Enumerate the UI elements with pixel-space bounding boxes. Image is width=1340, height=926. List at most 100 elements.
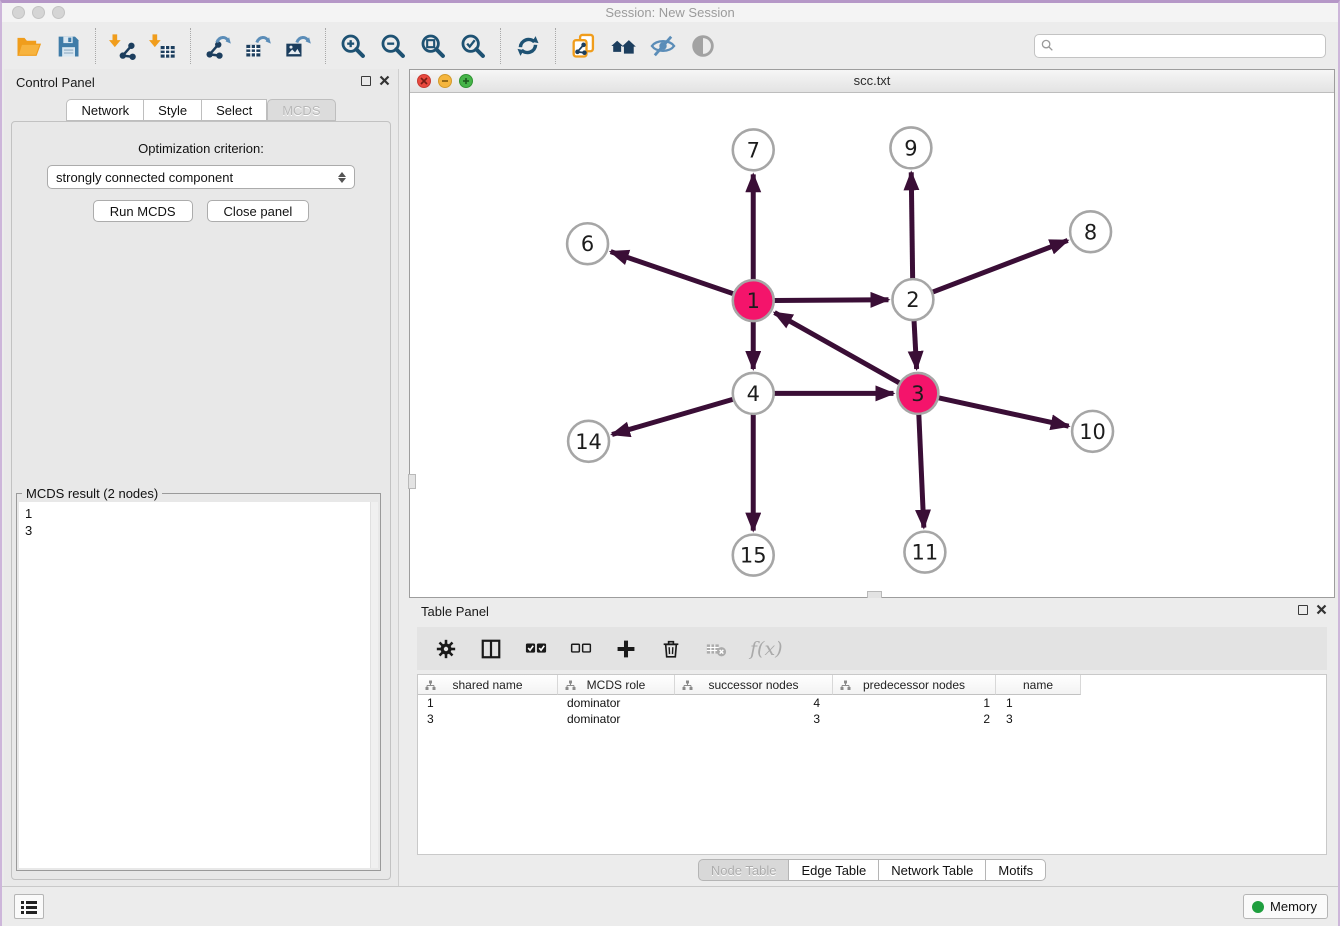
graph-edge-2-3[interactable] bbox=[914, 320, 917, 369]
graph-node-2[interactable]: 2 bbox=[892, 279, 933, 320]
column-header-predecessor-nodes[interactable]: predecessor nodes bbox=[833, 675, 996, 695]
close-panel-button[interactable]: Close panel bbox=[207, 200, 310, 222]
main-toolbar bbox=[2, 22, 1338, 69]
tab-node-table[interactable]: Node Table bbox=[698, 859, 790, 881]
import-table-icon[interactable] bbox=[143, 26, 183, 66]
graph-edge-2-8[interactable] bbox=[932, 240, 1068, 292]
graph-edge-4-14[interactable] bbox=[612, 399, 734, 434]
column-header-successor-nodes[interactable]: successor nodes bbox=[675, 675, 833, 695]
toolbar-separator bbox=[325, 28, 326, 64]
status-bar: Memory bbox=[2, 886, 1338, 926]
close-panel-icon[interactable] bbox=[379, 75, 390, 86]
cell-successor_nodes: 4 bbox=[675, 695, 833, 711]
hide-graphics-icon[interactable] bbox=[643, 26, 683, 66]
refresh-icon[interactable] bbox=[508, 26, 548, 66]
cell-predecessor_nodes: 2 bbox=[833, 711, 996, 727]
tab-network[interactable]: Network bbox=[66, 99, 144, 121]
graph-edge-1-6[interactable] bbox=[611, 252, 734, 294]
svg-text:7: 7 bbox=[747, 138, 760, 162]
application-window: Session: New Session Control Panel bbox=[0, 0, 1340, 926]
svg-text:10: 10 bbox=[1079, 420, 1106, 444]
column-header-shared-name[interactable]: shared name bbox=[418, 675, 558, 695]
svg-text:2: 2 bbox=[906, 288, 919, 312]
memory-button[interactable]: Memory bbox=[1243, 894, 1328, 919]
settings-gear-icon[interactable] bbox=[435, 637, 457, 661]
zoom-out-icon[interactable] bbox=[373, 26, 413, 66]
graph-edge-3-11[interactable] bbox=[919, 414, 924, 528]
search-input[interactable] bbox=[1054, 36, 1325, 56]
cell-mcds_role: dominator bbox=[558, 711, 675, 727]
mcds-result-list[interactable]: 13 bbox=[19, 502, 378, 868]
tab-edge-table[interactable]: Edge Table bbox=[789, 859, 879, 881]
graph-node-4[interactable]: 4 bbox=[733, 373, 774, 414]
svg-text:11: 11 bbox=[912, 541, 939, 565]
graph-node-10[interactable]: 10 bbox=[1072, 411, 1113, 452]
tab-motifs[interactable]: Motifs bbox=[986, 859, 1046, 881]
tab-mcds[interactable]: MCDS bbox=[267, 99, 335, 121]
run-mcds-button[interactable]: Run MCDS bbox=[93, 200, 193, 222]
home-icon[interactable] bbox=[603, 26, 643, 66]
deselect-all-icon[interactable] bbox=[570, 637, 592, 661]
zoom-selected-icon[interactable] bbox=[453, 26, 493, 66]
export-table-icon[interactable] bbox=[238, 26, 278, 66]
select-all-icon[interactable] bbox=[525, 637, 547, 661]
zoom-fit-icon[interactable] bbox=[413, 26, 453, 66]
graph-node-6[interactable]: 6 bbox=[567, 223, 608, 264]
table-panel-title: Table Panel bbox=[421, 604, 489, 619]
open-file-icon[interactable] bbox=[8, 26, 48, 66]
graph-node-11[interactable]: 11 bbox=[904, 532, 945, 573]
graph-node-1[interactable]: 1 bbox=[733, 280, 774, 321]
tab-network-table[interactable]: Network Table bbox=[879, 859, 986, 881]
graph-edge-1-2[interactable] bbox=[774, 300, 889, 301]
close-table-panel-icon[interactable] bbox=[1316, 604, 1327, 615]
toolbar-separator bbox=[500, 28, 501, 64]
tab-style[interactable]: Style bbox=[144, 99, 202, 121]
node-table: shared nameMCDS rolesuccessor nodesprede… bbox=[417, 674, 1327, 855]
zoom-in-icon[interactable] bbox=[333, 26, 373, 66]
network-window-title: scc.txt bbox=[410, 73, 1334, 88]
graph-edge-3-10[interactable] bbox=[938, 398, 1069, 426]
svg-text:8: 8 bbox=[1084, 220, 1097, 244]
table-row[interactable]: 1dominator411 bbox=[418, 695, 1326, 711]
control-panel-tabs: NetworkStyleSelectMCDS bbox=[4, 99, 398, 121]
network-view-window: scc.txt 7 9 6 8 1 2 4 3 14 10 15 11 bbox=[409, 69, 1335, 598]
table-row[interactable]: 3dominator323 bbox=[418, 711, 1326, 727]
float-panel-icon[interactable] bbox=[361, 76, 371, 86]
control-panel-title: Control Panel bbox=[16, 75, 95, 90]
memory-status-icon bbox=[1252, 901, 1264, 913]
graph-edge-3-1[interactable] bbox=[775, 313, 901, 384]
graph-node-14[interactable]: 14 bbox=[568, 421, 609, 462]
add-icon[interactable] bbox=[615, 637, 637, 661]
svg-text:9: 9 bbox=[904, 136, 917, 160]
memory-button-label: Memory bbox=[1270, 899, 1317, 914]
function-builder-icon: f(x) bbox=[750, 637, 783, 661]
show-graphics-icon[interactable] bbox=[683, 26, 723, 66]
window-title: Session: New Session bbox=[2, 5, 1338, 20]
graph-node-9[interactable]: 9 bbox=[890, 127, 931, 168]
graph-node-3[interactable]: 3 bbox=[897, 373, 938, 414]
graph-node-8[interactable]: 8 bbox=[1070, 211, 1111, 252]
window-titlebar: Session: New Session bbox=[2, 3, 1338, 22]
float-table-panel-icon[interactable] bbox=[1298, 605, 1308, 615]
columns-icon[interactable] bbox=[480, 637, 502, 661]
graph-node-7[interactable]: 7 bbox=[733, 129, 774, 170]
search-box[interactable] bbox=[1034, 34, 1326, 58]
graph-edge-2-9[interactable] bbox=[911, 172, 912, 279]
optimization-select[interactable]: strongly connected component bbox=[47, 165, 355, 189]
export-image-icon[interactable] bbox=[278, 26, 318, 66]
mcds-result-title: MCDS result (2 nodes) bbox=[22, 486, 162, 501]
column-header-name[interactable]: name bbox=[996, 675, 1081, 695]
import-network-icon[interactable] bbox=[103, 26, 143, 66]
delete-icon[interactable] bbox=[660, 637, 682, 661]
export-network-icon[interactable] bbox=[198, 26, 238, 66]
save-session-icon[interactable] bbox=[48, 26, 88, 66]
column-header-MCDS-role[interactable]: MCDS role bbox=[558, 675, 675, 695]
split-grip-left[interactable] bbox=[408, 474, 416, 489]
tab-select[interactable]: Select bbox=[202, 99, 267, 121]
copy-network-icon[interactable] bbox=[563, 26, 603, 66]
task-history-button[interactable] bbox=[14, 894, 44, 919]
cell-name: 1 bbox=[996, 695, 1081, 711]
result-scrollbar[interactable] bbox=[370, 502, 378, 868]
graph-node-15[interactable]: 15 bbox=[733, 535, 774, 576]
network-canvas[interactable]: 7 9 6 8 1 2 4 3 14 10 15 11 bbox=[410, 93, 1334, 597]
